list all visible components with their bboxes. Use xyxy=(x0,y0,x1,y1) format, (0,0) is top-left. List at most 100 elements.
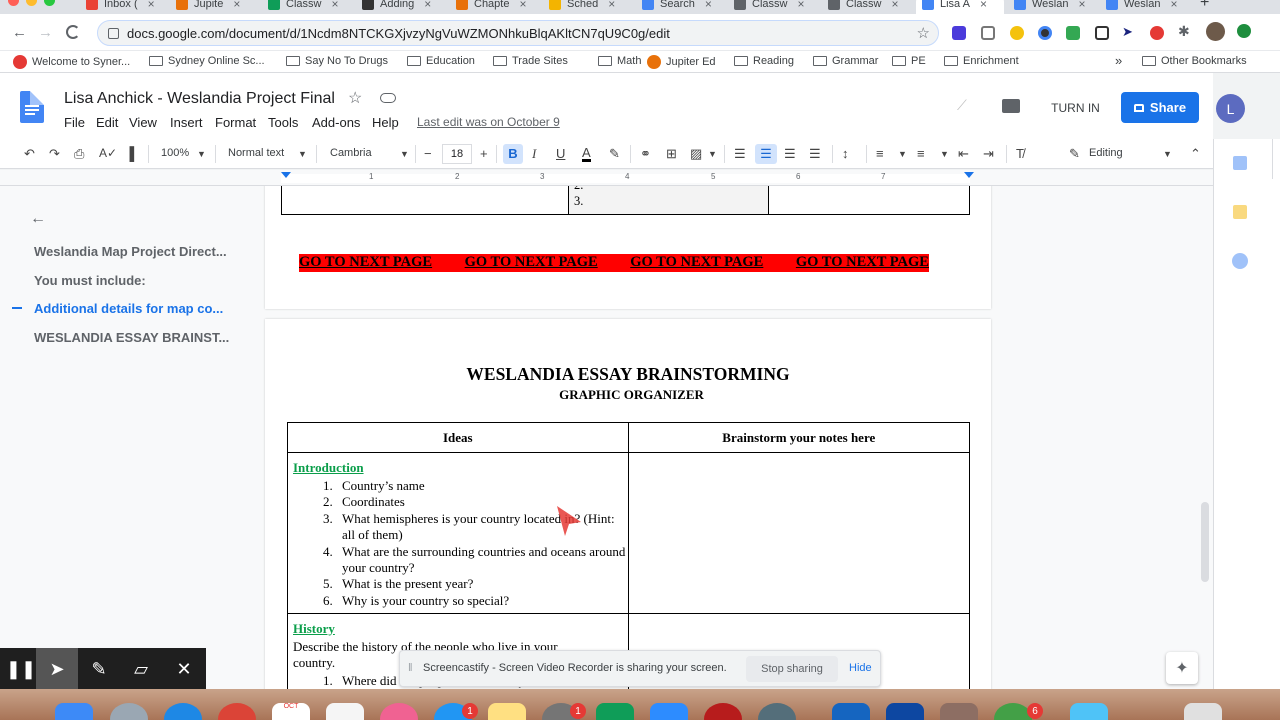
close-window-button[interactable] xyxy=(8,0,19,6)
quicktime-icon[interactable] xyxy=(758,703,796,720)
bookmark-item[interactable]: Trade Sites xyxy=(493,55,568,67)
paint-format-icon[interactable]: ▐ xyxy=(125,146,134,161)
close-tab-icon[interactable]: × xyxy=(980,0,987,11)
extension-c-icon[interactable] xyxy=(952,26,966,40)
menu-tools[interactable]: Tools xyxy=(268,115,298,130)
launchpad-icon[interactable] xyxy=(110,703,148,720)
browser-tab[interactable]: Lisa A × xyxy=(916,0,1004,14)
fit-app-icon[interactable] xyxy=(886,703,924,720)
clear-formatting-icon[interactable]: T̸ xyxy=(1016,146,1024,161)
extension-circle-icon[interactable] xyxy=(1038,26,1052,40)
trash-icon[interactable] xyxy=(1184,703,1222,720)
sheets-icon[interactable] xyxy=(596,703,634,720)
cloud-saved-icon[interactable] xyxy=(380,93,396,103)
paragraph-style-select[interactable]: Normal text xyxy=(228,147,284,159)
calendar-icon[interactable] xyxy=(1233,156,1247,170)
spellcheck-icon[interactable]: A✓ xyxy=(99,146,117,160)
left-indent-marker[interactable] xyxy=(281,172,291,178)
bookmark-item[interactable]: Education xyxy=(407,55,475,67)
menu-add-ons[interactable]: Add-ons xyxy=(312,115,360,130)
menu-file[interactable]: File xyxy=(64,115,85,130)
eraser-tool-icon[interactable]: ▱ xyxy=(120,648,162,690)
menu-view[interactable]: View xyxy=(129,115,157,130)
last-edit-link[interactable]: Last edit was on October 9 xyxy=(417,115,560,129)
scrollbar-thumb[interactable] xyxy=(1201,502,1209,582)
tasks-icon[interactable] xyxy=(1232,253,1248,269)
decrease-font-size-icon[interactable]: − xyxy=(424,146,432,161)
link-icon[interactable]: ⚭ xyxy=(640,146,651,162)
photos-icon[interactable] xyxy=(380,703,418,720)
italic-icon[interactable]: I xyxy=(532,146,536,162)
undo-icon[interactable]: ↶ xyxy=(24,146,35,162)
bookmark-item[interactable]: Welcome to Syner... xyxy=(13,55,130,69)
user-avatar[interactable]: L xyxy=(1216,94,1245,123)
menu-edit[interactable]: Edit xyxy=(96,115,118,130)
font-size-input[interactable]: 18 xyxy=(442,144,472,164)
close-tab-icon[interactable]: × xyxy=(705,0,712,11)
safari-icon[interactable] xyxy=(164,703,202,720)
star-icon[interactable]: ☆ xyxy=(348,88,362,108)
zoom-window-button[interactable] xyxy=(44,0,55,6)
bookmarks-overflow-button[interactable]: » xyxy=(1115,53,1122,68)
close-tab-icon[interactable]: × xyxy=(1170,0,1177,11)
puzzle-extensions-icon[interactable]: ✱ xyxy=(1178,23,1192,39)
justify-icon[interactable]: ☰ xyxy=(809,146,821,162)
introduction-notes-cell[interactable] xyxy=(627,452,971,614)
downloads-folder-icon[interactable] xyxy=(1070,703,1108,720)
explore-button[interactable]: ✦ xyxy=(1166,652,1198,684)
screencastify-extension-icon[interactable] xyxy=(1150,26,1164,40)
preview-icon[interactable] xyxy=(940,703,978,720)
close-tab-icon[interactable]: × xyxy=(233,0,240,11)
right-indent-marker[interactable] xyxy=(964,172,974,178)
extension-grid-icon[interactable] xyxy=(1095,26,1109,40)
bulleted-list-icon[interactable]: ≡ xyxy=(917,146,925,161)
share-button[interactable]: Share xyxy=(1121,92,1199,123)
stop-sharing-button[interactable]: Stop sharing xyxy=(746,656,838,682)
close-tab-icon[interactable]: × xyxy=(424,0,431,11)
drag-handle-icon[interactable]: ‖ xyxy=(408,662,413,674)
pen-tool-icon[interactable]: ✎ xyxy=(78,648,120,690)
bookmark-item[interactable]: Enrichment xyxy=(944,55,1019,67)
bookmark-item[interactable]: Jupiter Ed xyxy=(647,55,716,69)
word-icon[interactable] xyxy=(832,703,870,720)
outline-item[interactable]: Additional details for map co... xyxy=(34,301,223,316)
browser-tab[interactable]: Jupite × xyxy=(170,0,258,14)
close-tab-icon[interactable]: × xyxy=(148,0,155,11)
highlight-icon[interactable]: ✎ xyxy=(609,146,620,162)
text-color-icon[interactable]: A xyxy=(582,146,591,162)
menu-help[interactable]: Help xyxy=(372,115,399,130)
align-right-icon[interactable]: ☰ xyxy=(784,146,796,162)
stickies-icon[interactable] xyxy=(488,703,526,720)
close-tab-icon[interactable]: × xyxy=(331,0,338,11)
increase-font-size-icon[interactable]: + xyxy=(480,146,488,161)
bookmark-item[interactable]: Say No To Drugs xyxy=(286,55,388,67)
close-tab-icon[interactable]: × xyxy=(797,0,804,11)
close-outline-icon[interactable]: ← xyxy=(30,210,46,228)
browser-tab[interactable]: Sched × xyxy=(543,0,631,14)
notes-app-icon[interactable] xyxy=(326,703,364,720)
browser-tab[interactable]: Classw × xyxy=(728,0,816,14)
bookmark-item[interactable]: Reading xyxy=(734,55,794,67)
photo-booth-icon[interactable] xyxy=(704,703,742,720)
underline-icon[interactable]: U xyxy=(556,146,565,161)
insert-image-icon[interactable]: ▨ xyxy=(690,146,702,162)
browser-tab[interactable]: Weslan × xyxy=(1100,0,1188,14)
bookmark-item[interactable]: PE xyxy=(892,55,926,67)
bookmark-star-icon[interactable]: ☆ xyxy=(917,24,930,42)
activity-trend-icon[interactable]: ⟋ xyxy=(957,97,967,114)
print-icon[interactable]: ⎙ xyxy=(74,146,84,162)
line-spacing-icon[interactable]: ↕ xyxy=(842,146,849,161)
bookmark-item[interactable]: Sydney Online Sc... xyxy=(149,55,265,67)
font-select[interactable]: Cambria xyxy=(330,147,372,159)
close-toolbar-icon[interactable]: ✕ xyxy=(163,648,205,690)
align-left-icon[interactable]: ☰ xyxy=(734,146,746,162)
close-tab-icon[interactable]: × xyxy=(891,0,898,11)
editing-mode-select[interactable]: Editing xyxy=(1089,147,1123,159)
new-tab-button[interactable]: + xyxy=(1200,0,1209,12)
bookmark-item[interactable]: Math xyxy=(598,55,641,67)
chrome-icon[interactable] xyxy=(218,703,256,720)
menu-format[interactable]: Format xyxy=(215,115,256,130)
close-tab-icon[interactable]: × xyxy=(519,0,526,11)
numbered-list-icon[interactable]: ≡ xyxy=(876,146,884,161)
browser-tab[interactable]: Chapte × xyxy=(450,0,538,14)
